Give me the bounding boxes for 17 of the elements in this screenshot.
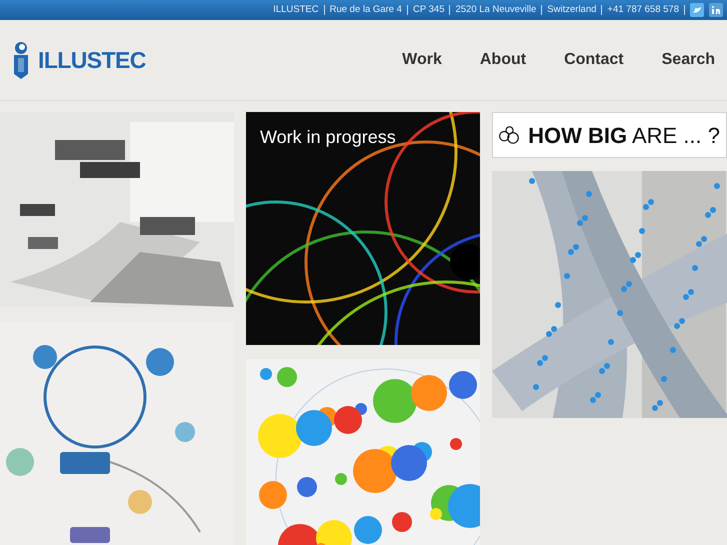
logo-text: ILLUSTEC: [38, 46, 146, 75]
nav-link[interactable]: Work: [402, 48, 442, 72]
nav-link[interactable]: Contact: [564, 48, 624, 72]
nav-link[interactable]: Search: [662, 48, 715, 72]
contact-info: CP 345: [412, 2, 444, 17]
bird-icon[interactable]: [690, 3, 704, 17]
contact-info: Switzerland: [547, 2, 596, 17]
banner[interactable]: HOW BIG ARE ... ?: [492, 112, 727, 158]
tile-caption: Work in progress: [260, 126, 396, 149]
contact-info: 2520 La Neuveville: [455, 2, 536, 17]
contact-info: +41 787 658 578: [607, 2, 679, 17]
nav-link[interactable]: About: [480, 48, 526, 72]
social-icon[interactable]: [709, 3, 723, 17]
contact-info: ILLUSTEC: [273, 2, 319, 17]
logo-icon: [12, 41, 30, 79]
contact-info: Rue de la Gare 4: [330, 2, 402, 17]
banner-title: HOW BIG ARE ... ?: [528, 122, 720, 150]
